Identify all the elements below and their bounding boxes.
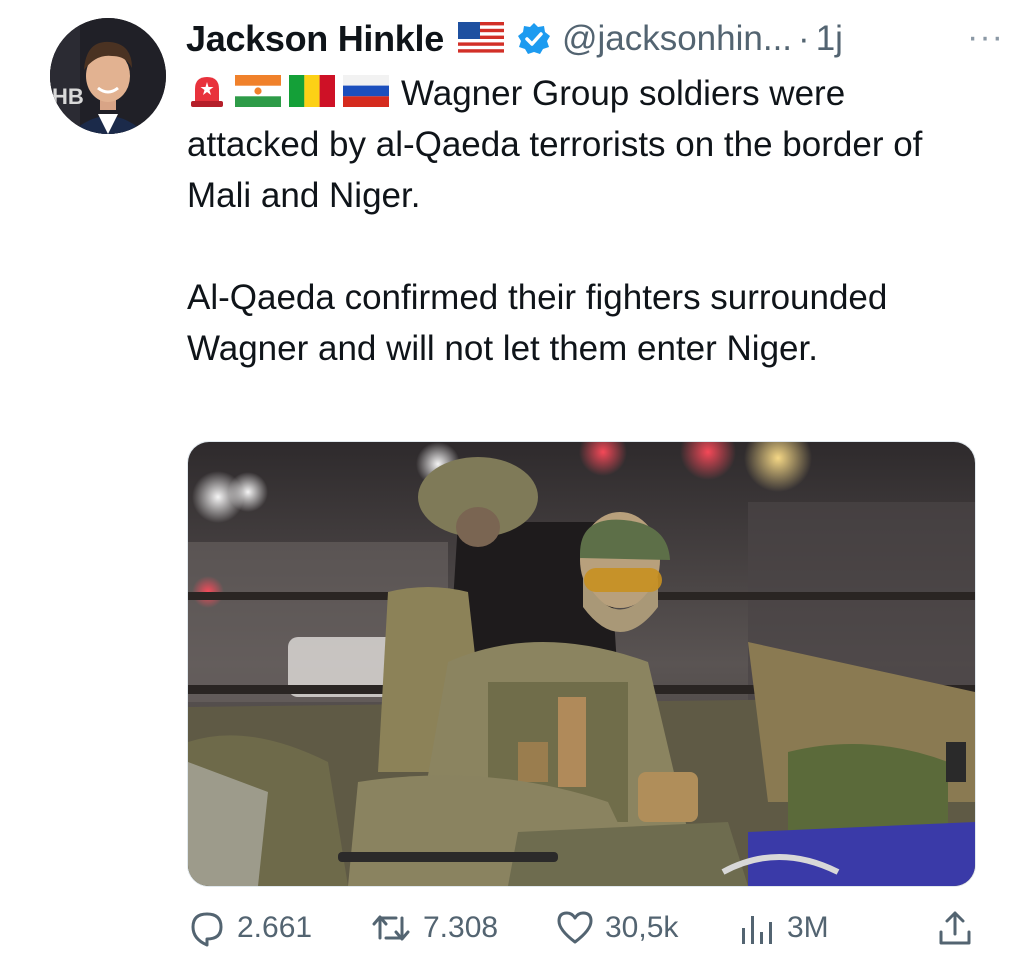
repost-icon [372, 915, 410, 941]
analytics-icon [742, 916, 772, 944]
author-name[interactable]: Jackson Hinkle [186, 18, 444, 60]
more-options-icon[interactable]: ··· [967, 18, 1004, 57]
tweet-header: Jackson Hinkle @jacksonhin... · 1j ··· [186, 14, 1004, 64]
tweet-actions: 2.661 7.308 30,5k 3M [187, 900, 977, 956]
repost-button[interactable]: 7.308 [369, 900, 498, 956]
tweet-text: Wagner Group soldiers were attacked by a… [187, 68, 987, 374]
heart-icon [557, 911, 593, 944]
avatar-badge-text: HB [52, 84, 84, 109]
russia-flag-icon [343, 75, 389, 107]
like-count: 30,5k [605, 911, 679, 944]
reply-count: 2.661 [237, 911, 313, 944]
share-button[interactable] [935, 900, 975, 956]
niger-flag-icon [235, 75, 281, 107]
us-flag-icon [457, 22, 504, 56]
author-avatar[interactable]: HB [50, 18, 166, 134]
mali-flag-icon [289, 75, 335, 107]
view-count: 3M [787, 911, 829, 944]
tweet-timestamp[interactable]: 1j [816, 19, 843, 59]
tweet-text-line-2: Al-Qaeda confirmed their fighters surrou… [187, 278, 888, 368]
emoji-group [187, 71, 389, 111]
repost-count: 7.308 [423, 911, 499, 944]
reply-icon [191, 912, 223, 947]
reply-button[interactable]: 2.661 [187, 900, 312, 956]
verified-badge-icon [516, 21, 552, 57]
author-handle[interactable]: @jacksonhin... [562, 19, 792, 59]
rotating-light-icon [187, 71, 227, 111]
views-button[interactable]: 3M [737, 900, 829, 956]
tweet-photo[interactable] [187, 441, 976, 887]
like-button[interactable]: 30,5k [555, 900, 678, 956]
share-icon [939, 911, 971, 945]
separator-dot: · [798, 19, 810, 58]
